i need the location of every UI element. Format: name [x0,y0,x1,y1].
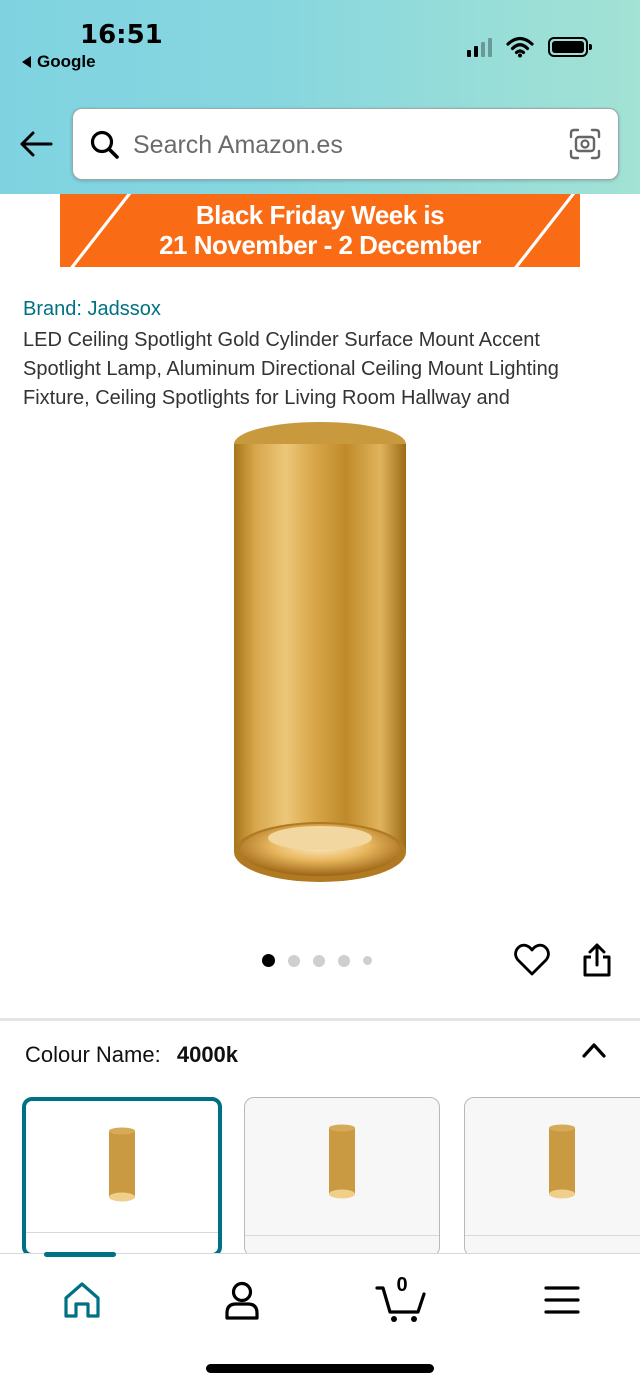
home-indicator [206,1364,434,1373]
menu-icon[interactable] [538,1276,586,1324]
colour-swatch[interactable] [244,1097,440,1257]
search-input[interactable] [133,127,553,163]
colour-label-text: Colour Name: [25,1042,161,1067]
gallery-dot[interactable] [313,954,325,967]
brand-link[interactable]: Brand: Jadssox [23,298,161,321]
colour-name-label: Colour Name: 4000k [25,1042,238,1068]
gallery-dots[interactable] [262,954,372,967]
cart-button[interactable]: 0 [374,1274,430,1324]
share-icon[interactable] [581,942,613,978]
wifi-icon [506,36,534,58]
gallery-dot-active[interactable] [262,954,275,967]
cart-count: 0 [396,1274,408,1296]
swatch-thumbnail [549,1124,575,1199]
cellular-signal-icon [467,37,492,57]
home-icon[interactable] [58,1276,106,1324]
gallery-dot[interactable] [363,956,372,965]
status-icons [467,36,592,58]
search-icon[interactable] [89,129,121,161]
active-tab-indicator [44,1252,116,1257]
product-image[interactable] [220,418,420,892]
gallery-dot[interactable] [338,954,350,967]
colour-value: 4000k [176,1042,239,1067]
gallery-dot[interactable] [288,954,300,967]
app-header: 16:51 Google [0,0,640,194]
back-triangle-icon [22,56,31,68]
back-to-app-link[interactable]: Google [22,52,96,72]
battery-icon [548,37,592,57]
chevron-up-icon[interactable] [580,1040,608,1060]
status-time: 16:51 [80,20,163,50]
colour-swatch[interactable] [464,1097,640,1257]
product-title: LED Ceiling Spotlight Gold Cylinder Surf… [23,329,559,409]
swatch-thumbnail [109,1127,135,1202]
search-box[interactable] [72,108,619,180]
account-icon[interactable] [218,1276,266,1324]
section-divider [0,1018,640,1021]
banner-line-2: 21 November - 2 December [159,230,481,260]
colour-swatch-selected[interactable] [22,1097,222,1257]
back-app-label: Google [37,52,96,71]
back-arrow-icon[interactable] [18,128,54,160]
camera-scan-icon[interactable] [568,127,602,161]
black-friday-banner[interactable]: Black Friday Week is 21 November - 2 Dec… [60,194,580,267]
swatch-thumbnail [329,1124,355,1199]
heart-icon[interactable] [513,942,551,978]
banner-line-1: Black Friday Week is [195,200,445,230]
